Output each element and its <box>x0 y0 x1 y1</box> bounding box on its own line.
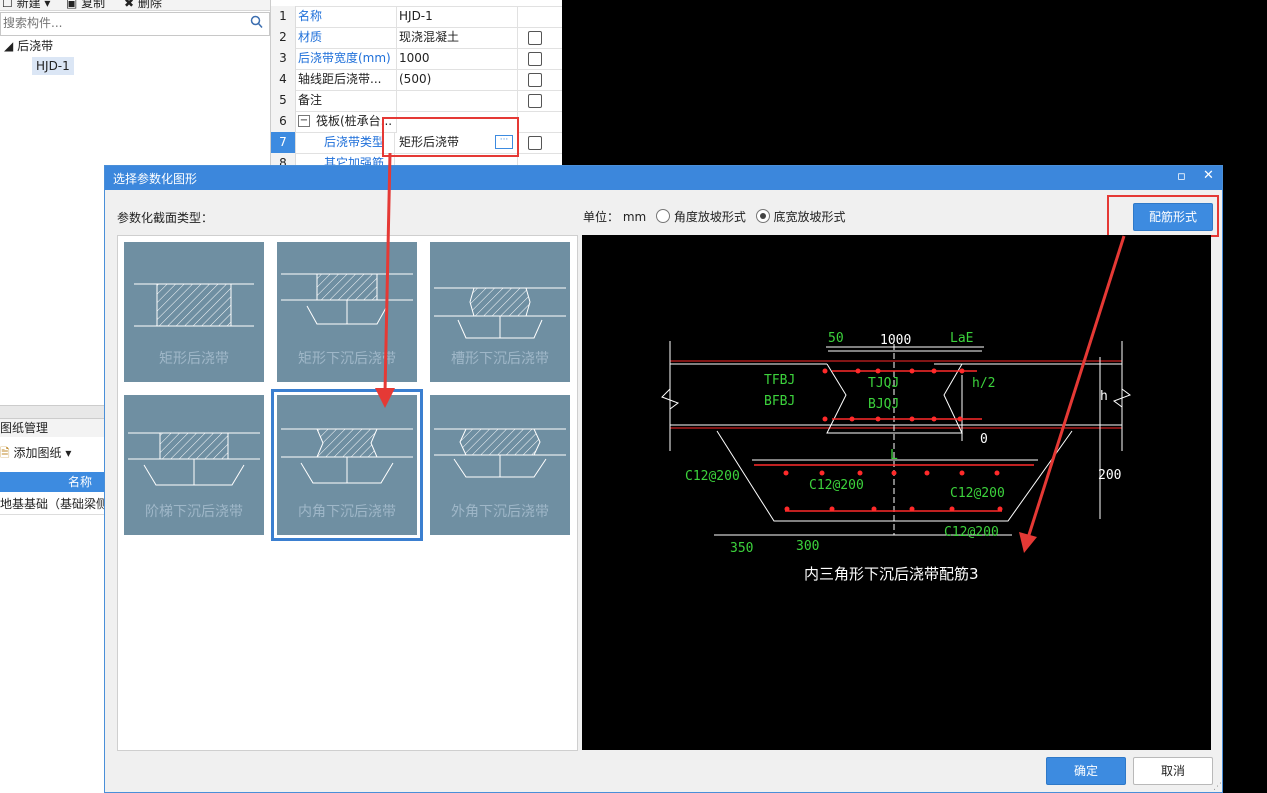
property-grid: 1 名称 HJD-1 2 材质 现浇混凝土 3 后浇带宽度(mm) 1000 4… <box>270 0 562 170</box>
new-button[interactable]: ☐ 新建 ▾ <box>2 0 50 10</box>
highlight-box-type <box>382 117 519 157</box>
label-l: L <box>890 448 898 463</box>
thumb-rect[interactable]: 矩形后浇带 <box>124 242 264 382</box>
radio-width[interactable] <box>755 209 770 223</box>
drawing-column-header[interactable]: 名称 <box>0 472 104 492</box>
label-h: h <box>1100 389 1108 404</box>
radio-width-label: 底宽放坡形式 <box>773 210 846 224</box>
collapse-triangle-icon[interactable]: ◢ <box>4 39 13 53</box>
thumb-step-sunk[interactable]: 阶梯下沉后浇带 <box>124 395 264 535</box>
property-row[interactable]: 2 材质 现浇混凝土 <box>271 27 562 49</box>
search-box <box>0 12 270 36</box>
dim-350: 350 <box>730 541 753 556</box>
cancel-button[interactable]: 取消 <box>1133 757 1213 785</box>
unit-label: 单位： mm <box>583 210 647 224</box>
label-h2: h/2 <box>972 376 995 391</box>
close-icon[interactable]: ✕ <box>1203 168 1214 183</box>
unit-options: 单位： mm 角度放坡形式 底宽放坡形式 <box>583 208 846 225</box>
resize-grip-icon[interactable]: ⋰ <box>1213 782 1222 792</box>
attach-checkbox[interactable] <box>528 94 542 108</box>
dim-200: 200 <box>1098 468 1121 483</box>
panel-splitter[interactable] <box>0 405 104 419</box>
drawing-list-item[interactable]: 地基基础（基础梁侧 <box>0 494 104 515</box>
thumb-rect-sunk[interactable]: 矩形下沉后浇带 <box>277 242 417 382</box>
search-input[interactable] <box>1 13 233 33</box>
outer-angle-sunk-shape-icon <box>434 428 566 478</box>
label-c12-1: C12@200 <box>685 469 740 484</box>
dim-1000: 1000 <box>880 333 911 348</box>
parametric-shape-dialog: 选择参数化图形 ▫ ✕ 参数化截面类型： 单位： mm 角度放坡形式 底宽放坡形… <box>104 165 1223 793</box>
thumb-outer-angle-sunk[interactable]: 外角下沉后浇带 <box>430 395 570 535</box>
property-row[interactable]: 3 后浇带宽度(mm) 1000 <box>271 48 562 70</box>
copy-button[interactable]: ▣ 复制 <box>66 0 105 10</box>
add-drawing-button[interactable]: 🗎 添加图纸 ▾ <box>0 441 104 465</box>
dim-300: 300 <box>796 539 819 554</box>
section-type-label: 参数化截面类型： <box>117 211 214 225</box>
radio-angle-label: 角度放坡形式 <box>673 210 746 224</box>
cad-preview-drawing: 50 LaE TFBJ BFBJ TJQJ BJQJ h/2 C12@200 C… <box>661 331 1132 583</box>
label-c12-3: C12@200 <box>950 486 1005 501</box>
confirm-button[interactable]: 确定 <box>1046 757 1126 785</box>
label-zero: 0 <box>980 432 988 447</box>
thumb-groove-sunk[interactable]: 槽形下沉后浇带 <box>430 242 570 382</box>
inner-angle-sunk-shape-icon <box>281 428 413 484</box>
property-row[interactable]: 1 名称 HJD-1 <box>271 6 562 28</box>
search-icon[interactable] <box>250 15 263 32</box>
shape-gallery: 矩形后浇带 矩形下沉后浇带 槽形下沉后浇带 阶梯下沉后浇带 内角下沉后浇带 外角… <box>117 235 578 751</box>
rect-sunk-shape-icon <box>281 273 413 325</box>
thumb-inner-angle-sunk[interactable]: 内角下沉后浇带 <box>271 389 423 541</box>
delete-button[interactable]: ✖ 删除 <box>124 0 162 10</box>
collapse-minus-icon[interactable]: − <box>298 115 310 127</box>
add-drawing-icon: 🗎 <box>0 446 10 460</box>
dim-50: 50 <box>828 331 844 346</box>
label-bfbj: BFBJ <box>764 394 795 409</box>
attach-checkbox[interactable] <box>528 136 542 150</box>
attach-checkbox[interactable] <box>528 31 542 45</box>
radio-angle[interactable] <box>656 209 671 223</box>
label-c12-4: C12@200 <box>944 525 999 540</box>
drawing-list-empty <box>0 515 104 793</box>
dialog-title: 选择参数化图形 <box>113 172 198 186</box>
dim-lae: LaE <box>950 331 973 346</box>
attach-checkbox[interactable] <box>528 52 542 66</box>
preview-caption: 内三角形下沉后浇带配筋3 <box>804 565 979 583</box>
step-sunk-shape-icon <box>128 432 260 486</box>
groove-sunk-shape-icon <box>434 287 566 339</box>
dialog-titlebar: 选择参数化图形 ▫ ✕ <box>105 166 1222 190</box>
label-tjqj: TJQJ <box>868 376 899 391</box>
label-c12-2: C12@200 <box>809 478 864 493</box>
section-preview: 50 LaE TFBJ BFBJ TJQJ BJQJ h/2 C12@200 C… <box>582 235 1211 750</box>
tree-node-root[interactable]: ◢ 后浇带 <box>4 37 53 54</box>
tree-node-hjd1[interactable]: HJD-1 <box>32 57 74 75</box>
rect-shape-icon <box>134 283 254 327</box>
attach-checkbox[interactable] <box>528 73 542 87</box>
label-bjqj: BJQJ <box>868 397 899 412</box>
property-row[interactable]: 5 备注 <box>271 90 562 112</box>
component-toolbar: ☐ 新建 ▾ ▣ 复制 ✖ 删除 <box>0 0 270 11</box>
drawing-panel-title: 图纸管理 <box>0 419 104 437</box>
property-row[interactable]: 4 轴线距后浇带... (500) <box>271 69 562 91</box>
maximize-icon[interactable]: ▫ <box>1177 169 1186 184</box>
highlight-box-rebar <box>1107 195 1219 237</box>
label-tfbj: TFBJ <box>764 373 795 388</box>
